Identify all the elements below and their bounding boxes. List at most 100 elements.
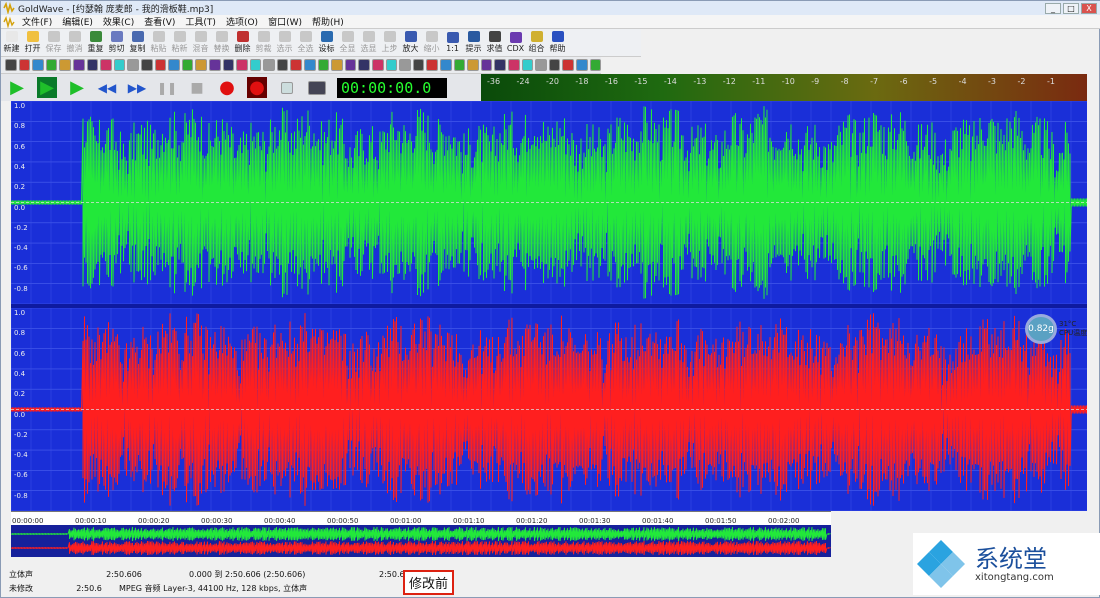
- waveform-view[interactable]: 1.0 0.8 0.6 0.4 0.2 0.0 -0.2 -0.4 -0.6 -0.8 1.0 0.8…: [11, 101, 1087, 511]
- effect-icon-16[interactable]: [222, 59, 235, 71]
- toolbar-button-12[interactable]: 剪裁: [253, 29, 274, 56]
- menu-item-0[interactable]: 文件(F): [17, 15, 57, 28]
- effect-icon-31[interactable]: [426, 59, 438, 71]
- toolbar-button-26[interactable]: 帮助: [547, 29, 568, 56]
- effect-icon-17[interactable]: [236, 59, 248, 71]
- toolbar-button-1[interactable]: 打开: [22, 29, 43, 56]
- effect-icon-3[interactable]: [45, 59, 58, 71]
- pause-button[interactable]: ❚❚: [153, 77, 181, 99]
- toolbar-button-18[interactable]: 上步: [379, 29, 400, 56]
- toolbar-button-16[interactable]: 全显: [337, 29, 358, 56]
- effect-icon-30[interactable]: [412, 59, 425, 71]
- effect-icon-5[interactable]: [72, 59, 85, 71]
- toolbar-button-14[interactable]: 全选: [295, 29, 316, 56]
- effect-icon-34[interactable]: [467, 59, 479, 71]
- effect-icon-2[interactable]: [32, 59, 44, 71]
- menu-item-7[interactable]: 帮助(H): [307, 15, 349, 28]
- menu-item-6[interactable]: 窗口(W): [263, 15, 307, 28]
- toolbar-button-9[interactable]: 混音: [190, 29, 211, 56]
- effect-icon-1[interactable]: [18, 59, 31, 71]
- forward-button[interactable]: ▶▶: [123, 77, 151, 99]
- effect-icon-27[interactable]: [372, 59, 384, 71]
- toolbar-button-7[interactable]: 粘贴: [148, 29, 169, 56]
- menu-item-4[interactable]: 工具(T): [180, 15, 221, 28]
- toolbar-button-25[interactable]: 组合: [526, 29, 547, 56]
- effect-icon-36[interactable]: [494, 59, 506, 71]
- effect-icon-38[interactable]: [521, 59, 534, 71]
- effect-icon-0[interactable]: [5, 59, 17, 71]
- channel-mode[interactable]: 立体声: [9, 569, 59, 580]
- effect-icon-19[interactable]: [263, 59, 275, 71]
- effect-icon-32[interactable]: [440, 59, 452, 71]
- effect-icon-20[interactable]: [276, 59, 289, 71]
- maximize-button[interactable]: □: [1063, 2, 1079, 14]
- toolbar-button-22[interactable]: 提示: [463, 29, 484, 56]
- close-button[interactable]: X: [1081, 2, 1097, 14]
- stop-button[interactable]: ■: [183, 77, 211, 99]
- toolbar-button-0[interactable]: 新建: [1, 29, 22, 56]
- effect-icon-7[interactable]: [100, 59, 112, 71]
- effect-icon-28[interactable]: [385, 59, 398, 71]
- overview-canvas[interactable]: [10, 525, 831, 557]
- effect-icon-14[interactable]: [195, 59, 207, 71]
- play-button[interactable]: ▶: [3, 77, 31, 99]
- effect-icon-22[interactable]: [304, 59, 316, 71]
- effect-icon-26[interactable]: [358, 59, 371, 71]
- effect-icon-41[interactable]: [562, 59, 574, 71]
- effect-icon-6[interactable]: [86, 59, 99, 71]
- toolbar-button-17[interactable]: 选显: [358, 29, 379, 56]
- record-button[interactable]: ●: [213, 77, 241, 99]
- toolbar-button-24[interactable]: CDX: [505, 29, 526, 56]
- menu-item-2[interactable]: 效果(C): [98, 15, 139, 28]
- effect-icon-43[interactable]: [589, 59, 602, 71]
- channel-separator: [11, 304, 1087, 308]
- menu-item-5[interactable]: 选项(O): [221, 15, 263, 28]
- minimize-button[interactable]: _: [1045, 2, 1061, 14]
- overview-bar[interactable]: [10, 525, 831, 557]
- effect-icon-29[interactable]: [399, 59, 411, 71]
- effect-icon-15[interactable]: [208, 59, 221, 71]
- toolbar-button-13[interactable]: 选示: [274, 29, 295, 56]
- control-window-button[interactable]: [303, 77, 331, 99]
- menu-item-3[interactable]: 查看(V): [139, 15, 180, 28]
- play-cursor-button[interactable]: ▶: [63, 77, 91, 99]
- toolbar-button-19[interactable]: 放大: [400, 29, 421, 56]
- effect-icon-37[interactable]: [507, 59, 520, 71]
- rewind-button[interactable]: ◀◀: [93, 77, 121, 99]
- effect-icon-39[interactable]: [535, 59, 547, 71]
- effect-icon-4[interactable]: [59, 59, 71, 71]
- effect-icon-40[interactable]: [548, 59, 561, 71]
- effect-icon-42[interactable]: [575, 59, 588, 71]
- device-settings-button[interactable]: [273, 77, 301, 99]
- waveform-canvas[interactable]: [11, 101, 1087, 511]
- toolbar-button-23[interactable]: 求值: [484, 29, 505, 56]
- effect-icon-9[interactable]: [127, 59, 139, 71]
- effect-icon-23[interactable]: [317, 59, 330, 71]
- effect-icon-11[interactable]: [154, 59, 167, 71]
- effect-icon-25[interactable]: [344, 59, 357, 71]
- effect-icon-33[interactable]: [453, 59, 466, 71]
- effect-icon-21[interactable]: [290, 59, 303, 71]
- toolbar-button-2[interactable]: 保存: [43, 29, 64, 56]
- toolbar-button-20[interactable]: 缩小: [421, 29, 442, 56]
- toolbar-button-3[interactable]: 撤消: [64, 29, 85, 56]
- effect-icon-18[interactable]: [249, 59, 262, 71]
- toolbar-button-4[interactable]: 重复: [85, 29, 106, 56]
- toolbar-button-11[interactable]: 删除: [232, 29, 253, 56]
- record-new-button[interactable]: ●: [243, 77, 271, 99]
- toolbar-button-10[interactable]: 替换: [211, 29, 232, 56]
- effect-icon-35[interactable]: [480, 59, 493, 71]
- toolbar-button-21[interactable]: 1:1: [442, 29, 463, 56]
- effect-icon-10[interactable]: [140, 59, 153, 71]
- effect-icon-8[interactable]: [113, 59, 126, 71]
- play-selection-button[interactable]: ▶: [33, 77, 61, 99]
- toolbar-button-15[interactable]: 设标: [316, 29, 337, 56]
- effect-icon-24[interactable]: [331, 59, 343, 71]
- toolbar-button-5[interactable]: 剪切: [106, 29, 127, 56]
- effect-icon-12[interactable]: [168, 59, 180, 71]
- toolbar-button-8[interactable]: 粘新: [169, 29, 190, 56]
- toolbar-button-6[interactable]: 复制: [127, 29, 148, 56]
- effect-icon-13[interactable]: [181, 59, 194, 71]
- time-ruler[interactable]: 00:00:00 00:00:10 00:00:20 00:00:30 00:00:40…: [11, 511, 831, 525]
- menu-item-1[interactable]: 编辑(E): [57, 15, 98, 28]
